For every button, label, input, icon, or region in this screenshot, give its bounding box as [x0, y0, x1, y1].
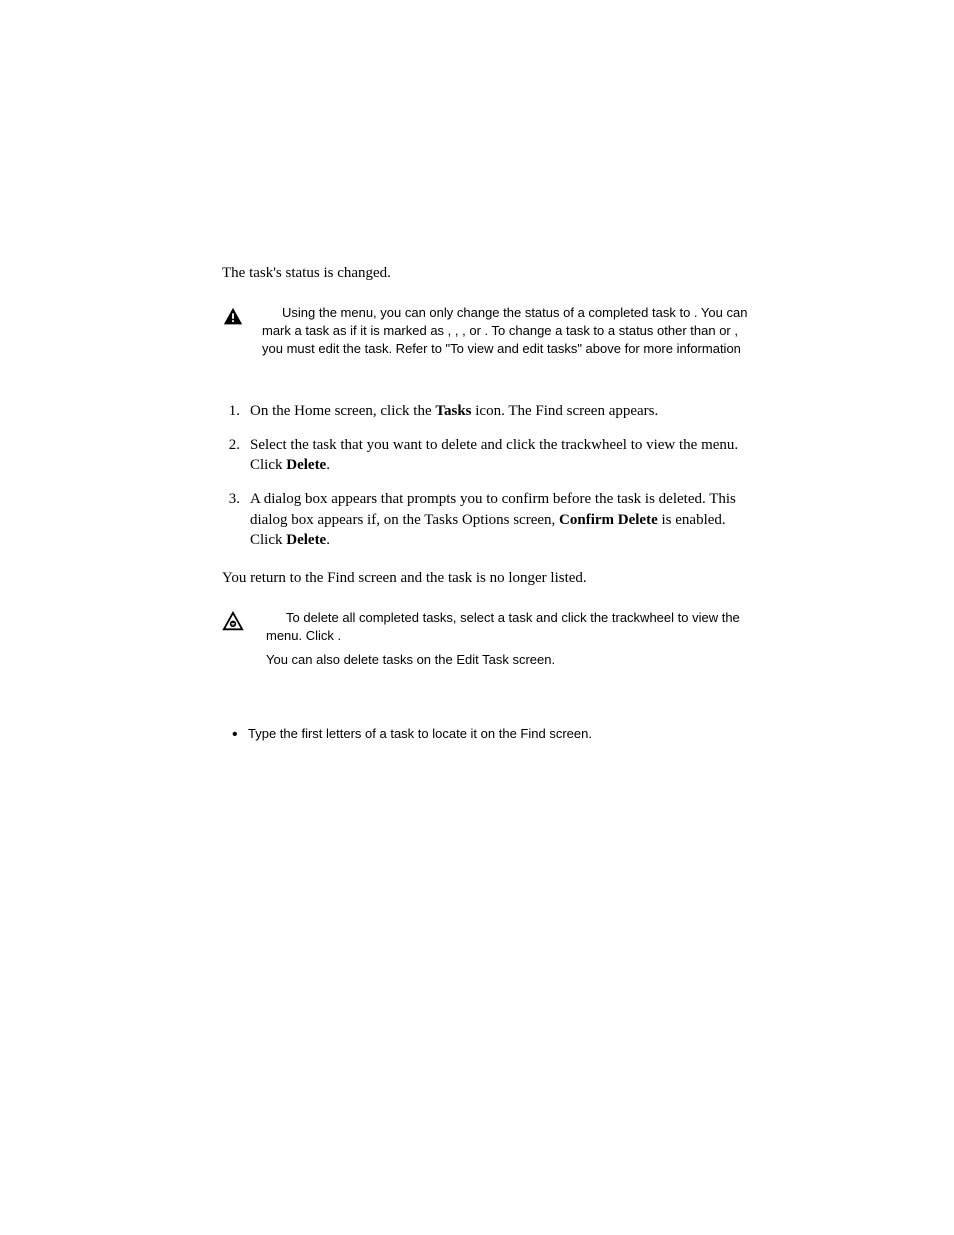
step-2: 2. Select the task that you want to dele… [222, 435, 754, 476]
step-1: 1. On the Home screen, click the Tasks i… [222, 401, 754, 421]
step-text: A dialog box appears that prompts you to… [250, 489, 754, 550]
step-number: 2. [222, 435, 240, 476]
tip-text: To delete all completed tasks, select a … [266, 609, 754, 676]
step-3: 3. A dialog box appears that prompts you… [222, 489, 754, 550]
tip-icon [222, 611, 244, 633]
step-number: 3. [222, 489, 240, 550]
warning-text: Using the menu, you can only change the … [262, 304, 754, 363]
return-text: You return to the Find screen and the ta… [222, 570, 754, 587]
warning-icon [222, 306, 244, 328]
steps-list: 1. On the Home screen, click the Tasks i… [222, 401, 754, 551]
warning-note: Using the menu, you can only change the … [222, 304, 754, 363]
step-number: 1. [222, 401, 240, 421]
step-text: Select the task that you want to delete … [250, 435, 754, 476]
tip-note: To delete all completed tasks, select a … [222, 609, 754, 676]
step-text: On the Home screen, click the Tasks icon… [250, 401, 754, 421]
page-content: The task's status is changed. Using the … [0, 0, 954, 741]
bullet-list: Type the first letters of a task to loca… [222, 726, 754, 741]
status-changed-text: The task's status is changed. [222, 265, 754, 282]
bullet-item: Type the first letters of a task to loca… [248, 726, 754, 741]
